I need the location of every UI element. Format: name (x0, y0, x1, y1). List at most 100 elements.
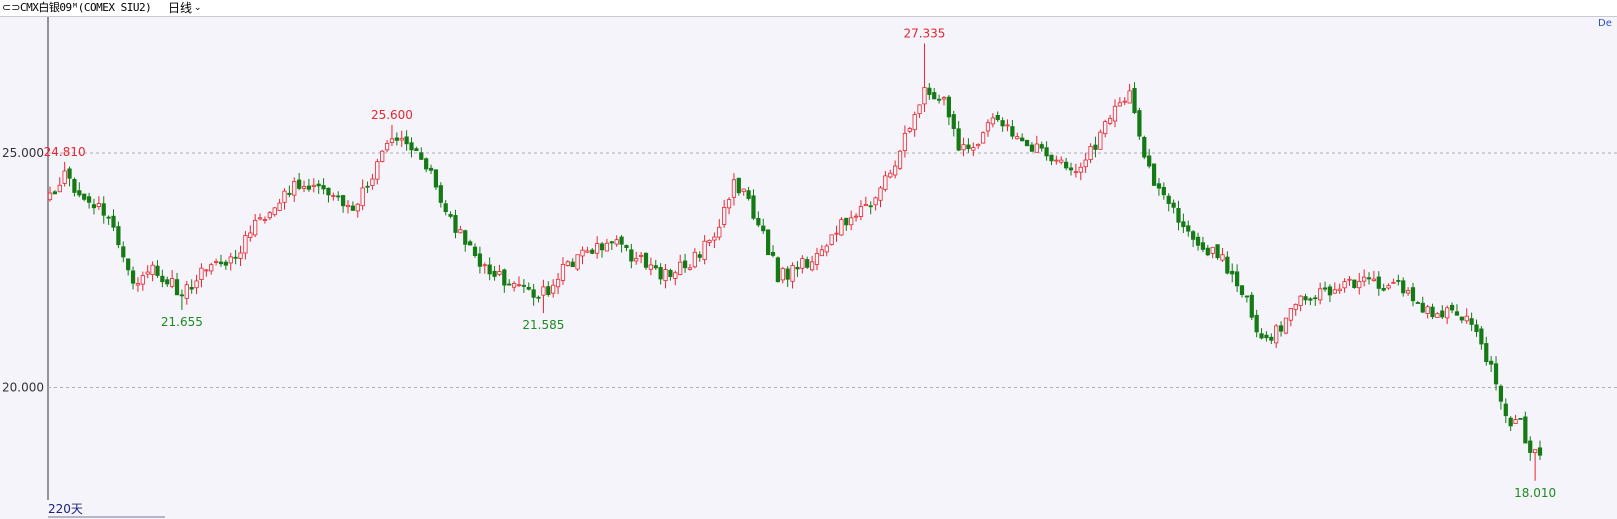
candle-body (1474, 324, 1479, 333)
candle-body (1371, 278, 1377, 282)
candle (1381, 283, 1386, 292)
candle (341, 194, 346, 213)
candle (1479, 326, 1484, 350)
candlestick-chart[interactable]: 20.000 25.000 24.810 21.655 25.600 21.585 27.… (0, 17, 1617, 500)
candle-body (1039, 144, 1044, 149)
candle-body (775, 257, 781, 283)
candle-body (497, 271, 502, 275)
candle (878, 185, 883, 208)
candle-body (1068, 167, 1074, 171)
candle (424, 157, 429, 173)
candle (507, 279, 512, 286)
candle (502, 268, 507, 293)
y-tick-label: 20.000 (2, 380, 44, 394)
candle (311, 178, 316, 193)
candle (1181, 213, 1186, 234)
candle (805, 256, 810, 269)
candle (1342, 278, 1347, 293)
candle-body (966, 144, 971, 150)
candle-body (1498, 385, 1504, 402)
candle-body (1357, 280, 1362, 289)
candle-body (1117, 102, 1122, 107)
candle (1230, 263, 1235, 283)
candle (179, 289, 185, 310)
candle (360, 179, 365, 211)
candle-body (86, 196, 92, 203)
candle (1107, 114, 1113, 126)
price-annotation: 27.335 (903, 26, 945, 40)
candle (1200, 236, 1206, 253)
candle (272, 206, 277, 217)
candle-body (761, 225, 766, 232)
candle (1293, 303, 1298, 316)
days-count-label: 220天 (48, 502, 165, 518)
candle-body (604, 242, 610, 252)
candle (1093, 136, 1098, 158)
price-annotation: 18.010 (1514, 486, 1556, 500)
candle (917, 104, 922, 118)
candle-body (492, 270, 497, 277)
candle-body (1269, 336, 1274, 341)
candle (1425, 304, 1430, 319)
candle-body (1381, 287, 1386, 291)
candle (819, 245, 824, 257)
candle-body (1195, 236, 1201, 246)
candle-body (248, 232, 253, 238)
candle (77, 182, 82, 198)
candle-body (414, 148, 419, 152)
candle-body (399, 137, 404, 141)
candle-body (990, 117, 995, 125)
candle-body (1479, 328, 1484, 345)
chevron-down-icon[interactable]: ⌄ (194, 0, 202, 16)
candle (443, 199, 448, 216)
candle-body (570, 261, 575, 268)
candle-body (1528, 440, 1533, 453)
price-annotation: 25.600 (371, 108, 413, 122)
candle (585, 246, 590, 254)
link-icon[interactable]: ⊂⊃ (2, 0, 20, 16)
candle (1117, 97, 1122, 107)
candle-body (1327, 286, 1333, 296)
candle (1498, 384, 1504, 410)
candle-body (213, 261, 219, 263)
candle-body (52, 191, 57, 195)
chart-header: ⊂⊃ CMX白银09ᴹ(COMEX SIU2) 日线 ⌄ (0, 0, 1617, 17)
candle (218, 254, 224, 267)
candle (961, 137, 966, 157)
candle-body (257, 217, 263, 220)
candle (326, 187, 331, 203)
instrument-title: CMX白银09ᴹ(COMEX SIU2) (20, 1, 152, 14)
candle (1195, 232, 1201, 251)
candle (1054, 155, 1059, 165)
candle-body (326, 187, 331, 196)
candle-body (262, 219, 268, 221)
candle (1034, 135, 1039, 153)
candle-body (951, 114, 956, 129)
candle-body (736, 177, 741, 194)
candle-body (433, 169, 439, 188)
period-selector[interactable]: 日线 (168, 0, 192, 16)
candle-body (223, 261, 228, 266)
candle-body (766, 229, 771, 256)
candle (790, 262, 795, 289)
candle-body (150, 264, 155, 275)
candle (844, 217, 849, 231)
candle (624, 244, 629, 252)
candle-body (516, 284, 522, 287)
candle-body (902, 132, 908, 152)
candle-body (1489, 360, 1494, 365)
candle (849, 210, 854, 231)
candle-body (1210, 246, 1215, 254)
candle-body (682, 260, 688, 269)
candle-body (165, 279, 170, 285)
candle-body (1249, 294, 1254, 318)
candle (741, 188, 746, 196)
candle (897, 149, 903, 171)
candle-body (927, 87, 932, 95)
candle (595, 236, 600, 259)
candle-body (316, 183, 321, 187)
candle-body (1181, 221, 1186, 228)
candle (297, 172, 302, 191)
candle-body (663, 269, 668, 282)
candle-body (174, 279, 180, 296)
